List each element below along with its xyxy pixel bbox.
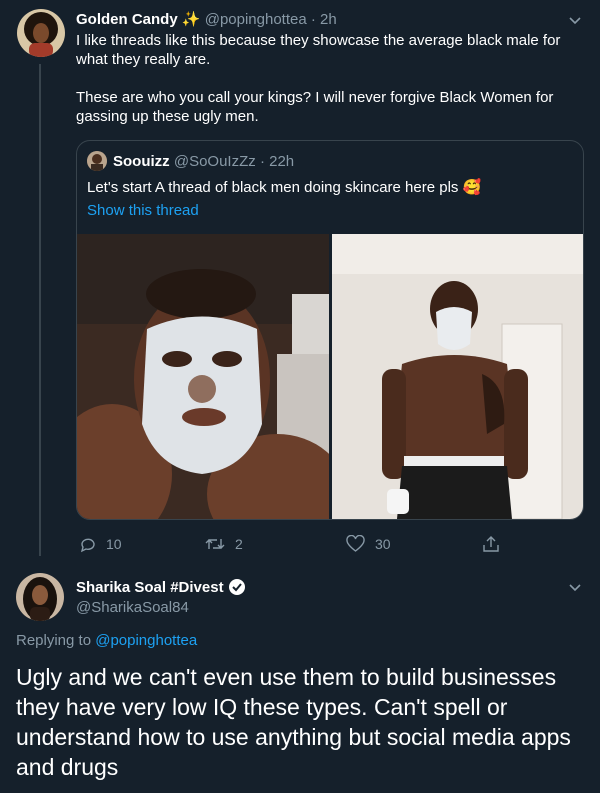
show-thread-link[interactable]: Show this thread bbox=[87, 202, 199, 219]
quoted-text: Let's start A thread of black men doing … bbox=[87, 179, 459, 196]
photo[interactable] bbox=[77, 234, 329, 519]
avatar-photo bbox=[16, 573, 64, 621]
user-handle: @SoOuIzZz bbox=[173, 152, 256, 170]
retweet-count: 2 bbox=[235, 536, 243, 552]
replying-to: Replying to @popinghottea bbox=[16, 632, 197, 649]
display-name: Soouizz bbox=[113, 152, 170, 170]
photo[interactable] bbox=[332, 234, 583, 519]
tweet-text: Ugly and we can't even use them to build… bbox=[16, 664, 571, 780]
verified-badge-icon bbox=[228, 579, 245, 595]
replying-to-handle-link[interactable]: @popinghottea bbox=[95, 632, 197, 649]
replying-to-label: Replying to bbox=[16, 632, 92, 649]
timestamp: · 22h bbox=[259, 152, 295, 170]
avatar-illustration bbox=[17, 9, 65, 57]
reply-action[interactable]: 10 bbox=[78, 533, 122, 555]
thread-connector-line bbox=[39, 64, 41, 556]
avatar[interactable] bbox=[17, 9, 65, 57]
reply-count: 10 bbox=[106, 536, 122, 552]
tweet-text: I like threads like this because they sh… bbox=[76, 31, 576, 145]
like-action[interactable]: 30 bbox=[346, 533, 391, 555]
tweet-header: Golden Candy ✨ @popinghottea · 2h bbox=[76, 10, 337, 28]
retweet-action[interactable]: 2 bbox=[205, 533, 243, 555]
heart-icon bbox=[346, 535, 365, 552]
display-name[interactable]: Sharika Soal #Divest bbox=[76, 579, 224, 596]
photo-face-mask-closeup bbox=[77, 234, 329, 519]
avatar[interactable] bbox=[16, 573, 64, 621]
share-action[interactable] bbox=[482, 533, 510, 555]
sparkles-emoji: ✨ bbox=[181, 11, 201, 28]
like-count: 30 bbox=[375, 536, 391, 552]
quoted-tweet-header: Soouizz @SoOuIzZz · 22h bbox=[87, 151, 294, 171]
user-handle[interactable]: @SharikaSoal84 bbox=[76, 599, 189, 616]
avatar-illustration bbox=[87, 151, 107, 171]
share-icon bbox=[483, 536, 499, 552]
tweet-header: Sharika Soal #Divest bbox=[76, 578, 246, 596]
timestamp[interactable]: · 2h bbox=[311, 11, 337, 28]
user-handle[interactable]: @popinghottea bbox=[205, 11, 307, 28]
tweet-paragraph: I like threads like this because they sh… bbox=[76, 32, 561, 68]
quoted-tweet-text: Let's start A thread of black men doing … bbox=[87, 178, 481, 196]
quoted-tweet[interactable]: Soouizz @SoOuIzZz · 22h Let's start A th… bbox=[76, 140, 584, 520]
chevron-down-icon[interactable] bbox=[568, 13, 582, 27]
avatar bbox=[87, 151, 107, 171]
smiling-face-emoji: 🥰 bbox=[462, 179, 482, 196]
chevron-down-icon[interactable] bbox=[568, 580, 582, 594]
retweet-icon bbox=[205, 539, 225, 549]
reply-icon bbox=[80, 538, 95, 553]
photo-full-body-mask bbox=[332, 234, 583, 519]
display-name[interactable]: Golden Candy bbox=[76, 11, 178, 28]
tweet-paragraph: These are who you call your kings? I wil… bbox=[76, 89, 554, 125]
